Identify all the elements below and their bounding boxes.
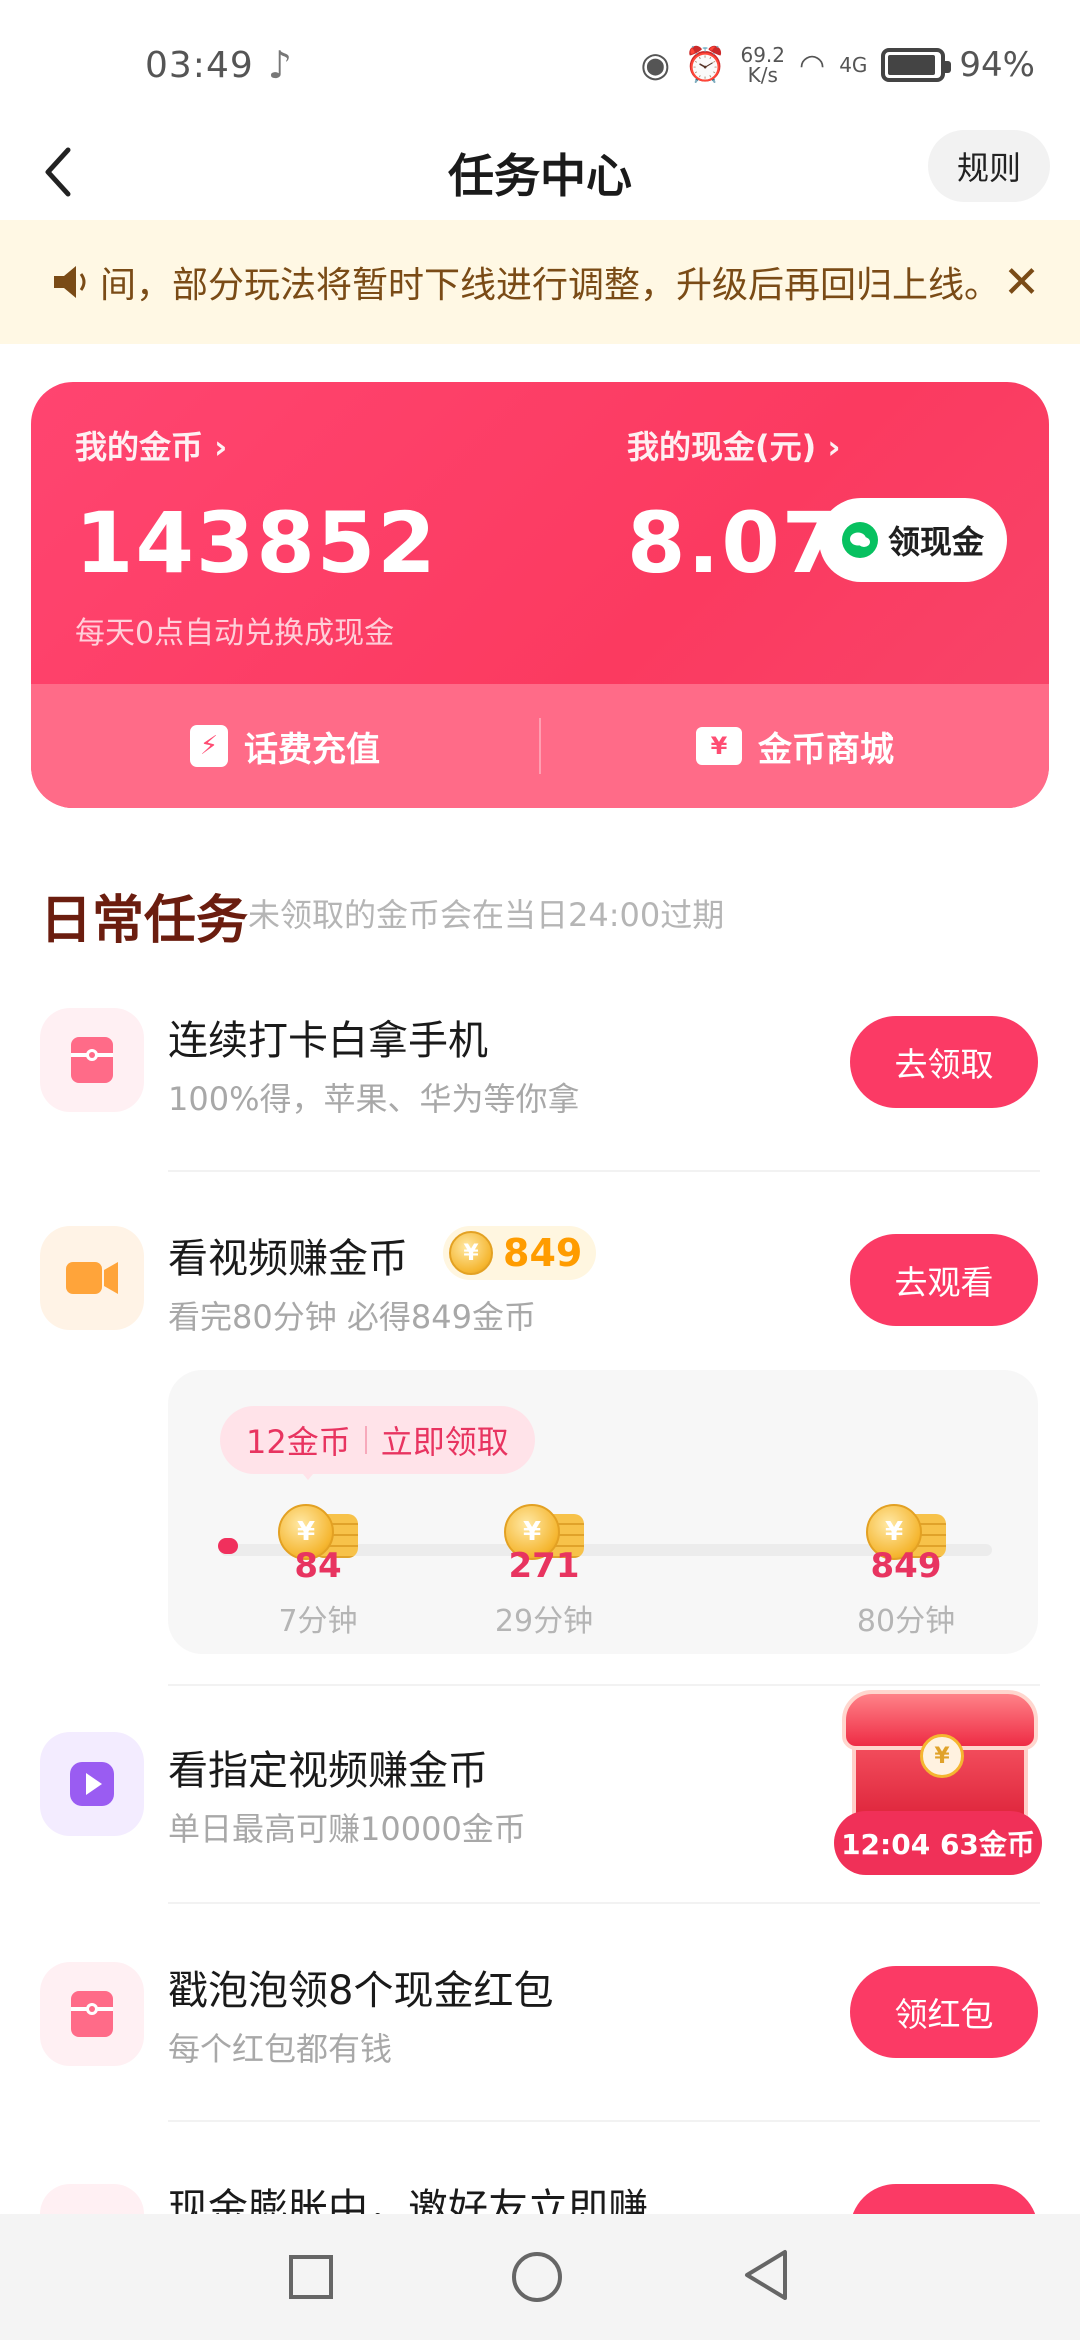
phone-bill-icon: ⚡ <box>190 725 228 767</box>
gift-icon <box>40 1008 144 1112</box>
task-checkin: 连续打卡白拿手机 100%得，苹果、华为等你拿 去领取 <box>0 1008 1080 1168</box>
red-packet-button[interactable]: 领红包 <box>850 1966 1038 2058</box>
video-icon <box>40 1226 144 1330</box>
milestone-time: 7分钟 <box>278 1604 358 1639</box>
task-bubbles: 戳泡泡领8个现金红包 每个红包都有钱 领红包 <box>0 1958 1080 2098</box>
rules-button[interactable]: 规则 <box>928 130 1050 202</box>
daily-tasks-title: 日常任务 <box>40 891 249 951</box>
exchange-hint: 每天0点自动兑换成现金 <box>75 616 395 651</box>
recharge-button[interactable]: ⚡ 话费充值 <box>31 722 539 771</box>
divider <box>168 1902 1040 1904</box>
milestone: ¥ 271 29分钟 <box>474 1504 614 1640</box>
divider <box>168 1170 1040 1172</box>
mall-label: 金币商城 <box>758 729 894 770</box>
notice-banner: 间，部分玩法将暂时下线进行调整，升级后再回归上线。 ✕ <box>0 220 1080 344</box>
battery-percent: 94% <box>959 45 1035 85</box>
milestone-coins: 84 <box>294 1546 342 1586</box>
milestone-coins: 849 <box>870 1546 942 1586</box>
status-bar: 03:49 ♪ ◉ ⏰ 69.2 K/s ◠ 4G 94% <box>0 0 1080 130</box>
coins-value: 143852 <box>75 494 438 592</box>
alarm-icon: ⏰ <box>684 45 727 85</box>
claim-now-bubble[interactable]: 12金币 立即领取 <box>220 1406 535 1480</box>
task-name: 现金膨胀中，邀好友立即赚 <box>168 2186 648 2216</box>
milestone-coins: 271 <box>508 1546 580 1586</box>
recharge-label: 话费充值 <box>244 729 380 770</box>
net-speed: 69.2 K/s <box>740 43 785 87</box>
divider <box>168 2120 1040 2122</box>
coin-icon: ¥ <box>449 1231 493 1275</box>
video-progress-panel: 12金币 立即领取 ¥ 84 7分钟 ¥ 271 29分钟 ¥ 849 80分钟 <box>168 1370 1038 1654</box>
coin-badge-value: 849 <box>503 1231 583 1275</box>
back-nav-icon[interactable] <box>741 2248 791 2306</box>
my-coins-link[interactable]: 我的金币 › <box>75 422 227 468</box>
withdraw-label: 领现金 <box>887 523 984 561</box>
coin-mall-button[interactable]: ¥ 金币商城 <box>541 722 1049 771</box>
music-icon: ♪ <box>267 43 293 87</box>
task-desc: 看完80分钟 必得849金币 <box>168 1298 536 1336</box>
status-icons: ◉ ⏰ 69.2 K/s ◠ 4G 94% <box>640 45 1035 85</box>
milestone: ¥ 849 80分钟 <box>836 1504 976 1640</box>
signal-icon: 4G <box>839 53 868 77</box>
status-time: 03:49 <box>145 44 254 86</box>
recents-icon[interactable] <box>289 2255 334 2299</box>
wallet-card: 我的金币 › 143852 我的现金(元) › 8.07 领现金 每天0点自动兑… <box>31 382 1049 808</box>
task-name: 看指定视频赚金币 <box>168 1748 488 1794</box>
coin-badge: ¥ 849 <box>443 1226 597 1280</box>
bubble-action: 立即领取 <box>380 1423 509 1461</box>
wechat-icon <box>841 522 878 558</box>
milestone-time: 80分钟 <box>856 1604 956 1639</box>
page-title: 任务中心 <box>448 149 632 203</box>
task-name: 看视频赚金币 <box>168 1236 408 1282</box>
gift-icon <box>40 1962 144 2066</box>
bubble-coins: 12金币 <box>246 1423 351 1461</box>
divider <box>168 1684 1040 1686</box>
task-desc: 每个红包都有钱 <box>168 2030 393 2068</box>
ticket-icon: ¥ <box>696 727 742 765</box>
progress-indicator <box>218 1538 238 1554</box>
daily-tasks-subtitle: 未领取的金币会在当日24:00过期 <box>248 896 725 934</box>
home-icon[interactable] <box>511 2252 562 2302</box>
withdraw-button[interactable]: 领现金 <box>819 498 1007 582</box>
claim-button[interactable]: 去领取 <box>850 1016 1038 1108</box>
task-desc: 单日最高可赚10000金币 <box>168 1810 526 1848</box>
wifi-icon: ◠ <box>799 47 826 83</box>
header: 任务中心 规则 <box>0 130 1080 220</box>
task-desc: 100%得，苹果、华为等你拿 <box>168 1080 580 1118</box>
battery-icon <box>881 48 952 82</box>
close-icon[interactable]: ✕ <box>1003 257 1040 308</box>
system-navbar <box>0 2214 1080 2340</box>
eye-icon: ◉ <box>640 45 671 85</box>
notice-text: 间，部分玩法将暂时下线进行调整，升级后再回归上线。 <box>100 265 994 306</box>
watch-button[interactable]: 去观看 <box>850 1234 1038 1326</box>
chest-countdown[interactable]: 12:04 63金币 <box>834 1811 1042 1875</box>
task-name: 连续打卡白拿手机 <box>168 1018 488 1064</box>
my-cash-link[interactable]: 我的现金(元) › <box>627 422 841 468</box>
play-icon <box>40 1732 144 1836</box>
speaker-icon <box>54 266 86 298</box>
milestone: ¥ 84 7分钟 <box>248 1504 388 1640</box>
task-name: 戳泡泡领8个现金红包 <box>168 1968 554 2014</box>
wallet-actions: ⚡ 话费充值 ¥ 金币商城 <box>31 684 1049 808</box>
milestone-time: 29分钟 <box>494 1604 594 1639</box>
divider <box>364 1426 367 1454</box>
cash-value: 8.07 <box>627 494 843 592</box>
